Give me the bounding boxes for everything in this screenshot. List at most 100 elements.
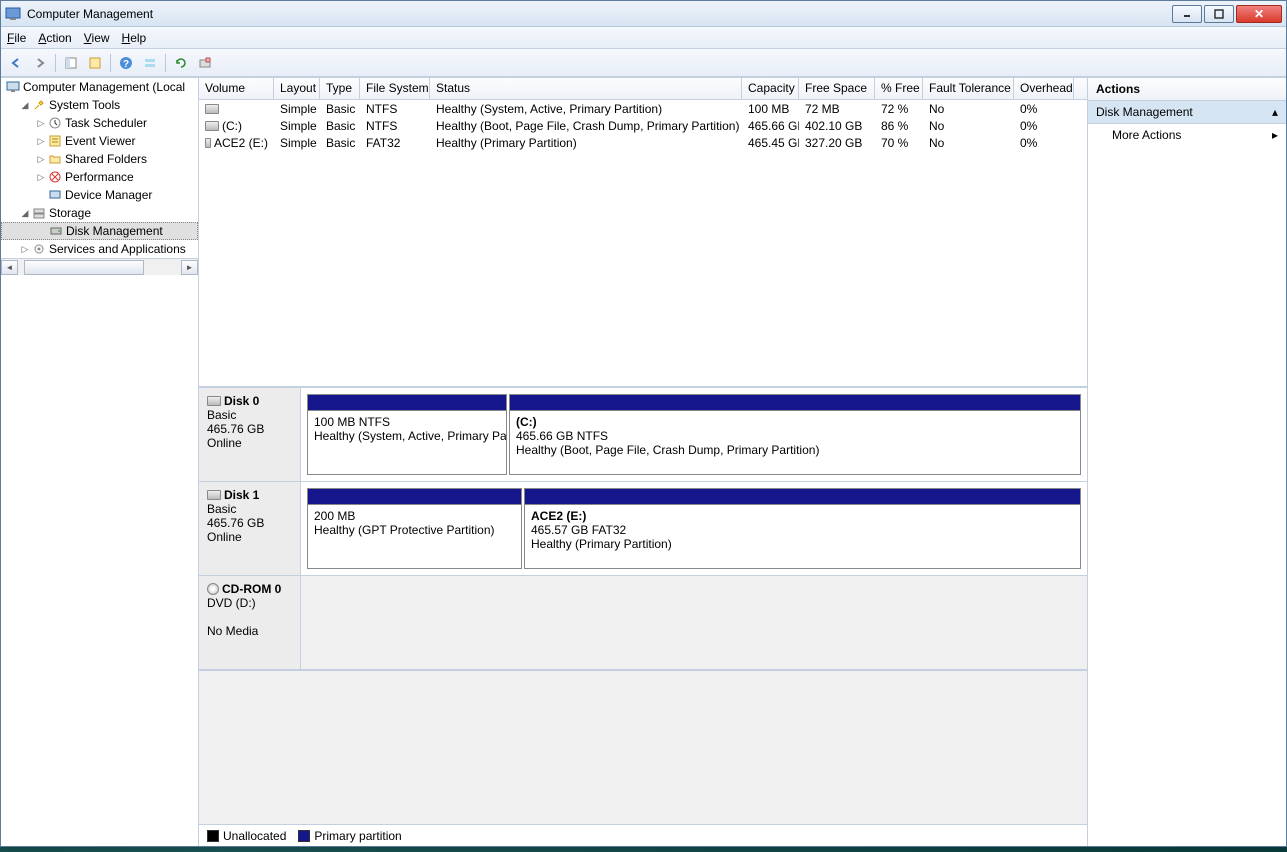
volume-freespace: 327.20 GB: [799, 136, 875, 150]
forward-button[interactable]: [29, 52, 51, 74]
tree-shared-folders[interactable]: ▷ Shared Folders: [1, 150, 198, 168]
collapse-icon[interactable]: ◢: [19, 208, 31, 219]
volume-list[interactable]: Volume Layout Type File System Status Ca…: [199, 78, 1087, 388]
tree-storage[interactable]: ◢ Storage: [1, 204, 198, 222]
tree-services[interactable]: ▷ Services and Applications: [1, 240, 198, 258]
partition-color-bar: [525, 489, 1080, 505]
partition[interactable]: ACE2 (E:)465.57 GB FAT32Healthy (Primary…: [524, 488, 1081, 569]
tree-task-scheduler[interactable]: ▷ Task Scheduler: [1, 114, 198, 132]
disk-size: 465.76 GB: [207, 516, 292, 530]
tree-disk-management[interactable]: Disk Management: [1, 222, 198, 240]
refresh-button[interactable]: [170, 52, 192, 74]
volume-overhead: 0%: [1014, 102, 1074, 116]
collapse-icon[interactable]: ◢: [19, 100, 31, 111]
menu-view[interactable]: View: [84, 31, 110, 45]
volume-capacity: 465.66 GB: [742, 119, 799, 133]
volume-type: Basic: [320, 119, 360, 133]
volume-freespace: 72 MB: [799, 102, 875, 116]
event-icon: [47, 133, 63, 149]
expand-icon[interactable]: ▷: [35, 136, 47, 147]
col-filesystem[interactable]: File System: [360, 78, 430, 99]
partition[interactable]: 100 MB NTFSHealthy (System, Active, Prim…: [307, 394, 507, 475]
volume-overhead: 0%: [1014, 119, 1074, 133]
legend-primary-label: Primary partition: [314, 829, 401, 843]
volume-row[interactable]: SimpleBasicNTFSHealthy (System, Active, …: [199, 100, 1087, 117]
properties-button[interactable]: [84, 52, 106, 74]
minimize-button[interactable]: [1172, 5, 1202, 23]
col-overhead[interactable]: Overhead: [1014, 78, 1074, 99]
disk-graphical-view[interactable]: Disk 0Basic465.76 GBOnline100 MB NTFSHea…: [199, 388, 1087, 824]
disk-row[interactable]: Disk 1Basic465.76 GBOnline200 MBHealthy …: [199, 482, 1087, 576]
collapse-icon: ▴: [1272, 105, 1278, 119]
legend-unallocated-label: Unallocated: [223, 829, 286, 843]
disk-size: 465.76 GB: [207, 422, 292, 436]
volume-status: Healthy (Primary Partition): [430, 136, 742, 150]
help-button[interactable]: ?: [115, 52, 137, 74]
scroll-thumb[interactable]: [24, 260, 144, 275]
volume-name: ACE2 (E:): [214, 136, 268, 150]
legend-primary-swatch: [298, 830, 310, 842]
disk-label: Disk 1Basic465.76 GBOnline: [199, 482, 301, 575]
disk-name: Disk 0: [224, 394, 259, 408]
col-volume[interactable]: Volume: [199, 78, 274, 99]
volume-row[interactable]: ACE2 (E:)SimpleBasicFAT32Healthy (Primar…: [199, 134, 1087, 151]
volume-row[interactable]: (C:)SimpleBasicNTFSHealthy (Boot, Page F…: [199, 117, 1087, 134]
maximize-button[interactable]: [1204, 5, 1234, 23]
submenu-arrow-icon: ▸: [1272, 128, 1278, 142]
volume-overhead: 0%: [1014, 136, 1074, 150]
col-fault[interactable]: Fault Tolerance: [923, 78, 1014, 99]
menu-help[interactable]: Help: [122, 31, 147, 45]
col-layout[interactable]: Layout: [274, 78, 320, 99]
volume-type: Basic: [320, 136, 360, 150]
tree-event-viewer[interactable]: ▷ Event Viewer: [1, 132, 198, 150]
main-pane: Volume Layout Type File System Status Ca…: [199, 78, 1088, 846]
settings-button[interactable]: [194, 52, 216, 74]
volume-icon: [205, 138, 211, 148]
close-button[interactable]: ✕: [1236, 5, 1282, 23]
actions-pane: Actions Disk Management ▴ More Actions ▸: [1088, 78, 1286, 846]
services-icon: [31, 241, 47, 257]
col-capacity[interactable]: Capacity: [742, 78, 799, 99]
col-type[interactable]: Type: [320, 78, 360, 99]
volume-fs: NTFS: [360, 102, 430, 116]
expand-icon[interactable]: ▷: [35, 172, 47, 183]
partition-color-bar: [510, 395, 1080, 411]
disk-partitions: 100 MB NTFSHealthy (System, Active, Prim…: [301, 388, 1087, 481]
expand-icon[interactable]: ▷: [19, 244, 31, 255]
back-button[interactable]: [5, 52, 27, 74]
actions-section-disk-management[interactable]: Disk Management ▴: [1088, 101, 1286, 124]
partition[interactable]: (C:)465.66 GB NTFSHealthy (Boot, Page Fi…: [509, 394, 1081, 475]
show-hide-tree-button[interactable]: [60, 52, 82, 74]
tree-device-manager[interactable]: Device Manager: [1, 186, 198, 204]
partition[interactable]: 200 MBHealthy (GPT Protective Partition): [307, 488, 522, 569]
scroll-right-button[interactable]: ►: [181, 260, 198, 275]
window-title: Computer Management: [27, 7, 1170, 21]
action-more-actions[interactable]: More Actions ▸: [1088, 124, 1286, 146]
tree-root[interactable]: Computer Management (Local: [1, 78, 198, 96]
col-pctfree[interactable]: % Free: [875, 78, 923, 99]
disk-row[interactable]: Disk 0Basic465.76 GBOnline100 MB NTFSHea…: [199, 388, 1087, 482]
app-icon: [5, 6, 21, 22]
partition-size: 100 MB NTFS: [314, 415, 500, 429]
scroll-left-button[interactable]: ◄: [1, 260, 18, 275]
col-status[interactable]: Status: [430, 78, 742, 99]
disk-name: CD-ROM 0: [222, 582, 281, 596]
volume-name: (C:): [222, 119, 242, 133]
disk-state: No Media: [207, 624, 292, 638]
tools-icon: [31, 97, 47, 113]
navigation-tree[interactable]: Computer Management (Local ◢ System Tool…: [1, 78, 199, 846]
disk-row[interactable]: CD-ROM 0DVD (D:) No Media: [199, 576, 1087, 670]
expand-icon[interactable]: ▷: [35, 154, 47, 165]
partition-size: 200 MB: [314, 509, 515, 523]
tree-scrollbar[interactable]: ◄ ►: [1, 258, 198, 275]
menu-file[interactable]: File: [7, 31, 26, 45]
volume-type: Basic: [320, 102, 360, 116]
view-button[interactable]: [139, 52, 161, 74]
disk-state: Online: [207, 436, 292, 450]
menu-action[interactable]: Action: [38, 31, 71, 45]
partition-name: (C:): [516, 415, 1074, 429]
tree-system-tools[interactable]: ◢ System Tools: [1, 96, 198, 114]
tree-performance[interactable]: ▷ Performance: [1, 168, 198, 186]
expand-icon[interactable]: ▷: [35, 118, 47, 129]
col-freespace[interactable]: Free Space: [799, 78, 875, 99]
